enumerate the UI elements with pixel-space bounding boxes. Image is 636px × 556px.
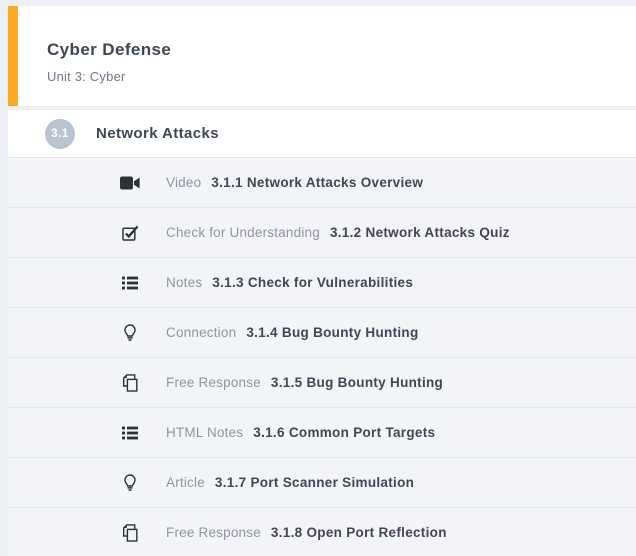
lesson-row[interactable]: Video 3.1.1 Network Attacks Overview: [8, 157, 636, 207]
item-title[interactable]: 3.1.7 Port Scanner Simulation: [215, 475, 414, 490]
lesson-row[interactable]: Free Response 3.1.5 Bug Bounty Hunting: [8, 357, 636, 407]
list-icon: [118, 423, 142, 443]
check-square-icon: [118, 223, 142, 243]
item-type-label: Notes: [166, 275, 202, 290]
unit-subtitle: Unit 3: Cyber: [47, 69, 636, 84]
item-type-label: Video: [166, 175, 201, 190]
item-title[interactable]: 3.1.2 Network Attacks Quiz: [330, 225, 510, 240]
lesson-row[interactable]: HTML Notes 3.1.6 Common Port Targets: [8, 407, 636, 457]
video-icon: [118, 173, 142, 193]
lesson-row[interactable]: Free Response 3.1.8 Open Port Reflection: [8, 507, 636, 556]
section-header[interactable]: 3.1 Network Attacks: [8, 110, 636, 157]
module-section: 3.1 Network Attacks Video 3.1.1 Network …: [8, 110, 636, 556]
lesson-list: Video 3.1.1 Network Attacks Overview Che…: [8, 157, 636, 556]
item-type-label: Check for Understanding: [166, 225, 320, 240]
list-icon: [118, 273, 142, 293]
item-type-label: Connection: [166, 325, 236, 340]
item-title[interactable]: 3.1.5 Bug Bounty Hunting: [271, 375, 443, 390]
lesson-row[interactable]: Notes 3.1.3 Check for Vulnerabilities: [8, 257, 636, 307]
item-type-label: Free Response: [166, 375, 261, 390]
item-type-label: Article: [166, 475, 205, 490]
item-title[interactable]: 3.1.4 Bug Bounty Hunting: [246, 325, 418, 340]
item-title[interactable]: 3.1.3 Check for Vulnerabilities: [212, 275, 413, 290]
lesson-row[interactable]: Connection 3.1.4 Bug Bounty Hunting: [8, 307, 636, 357]
lightbulb-icon: [118, 473, 142, 493]
lesson-row[interactable]: Article 3.1.7 Port Scanner Simulation: [8, 457, 636, 507]
item-title[interactable]: 3.1.1 Network Attacks Overview: [211, 175, 423, 190]
copy-icon: [118, 373, 142, 393]
unit-header-card: Cyber Defense Unit 3: Cyber: [8, 6, 636, 106]
lightbulb-icon: [118, 323, 142, 343]
item-type-label: HTML Notes: [166, 425, 243, 440]
copy-icon: [118, 523, 142, 543]
unit-title: Cyber Defense: [47, 40, 636, 60]
item-title[interactable]: 3.1.8 Open Port Reflection: [271, 525, 447, 540]
section-number-badge: 3.1: [45, 119, 75, 149]
item-type-label: Free Response: [166, 525, 261, 540]
lesson-row[interactable]: Check for Understanding 3.1.2 Network At…: [8, 207, 636, 257]
section-title: Network Attacks: [96, 125, 219, 142]
item-title[interactable]: 3.1.6 Common Port Targets: [253, 425, 435, 440]
